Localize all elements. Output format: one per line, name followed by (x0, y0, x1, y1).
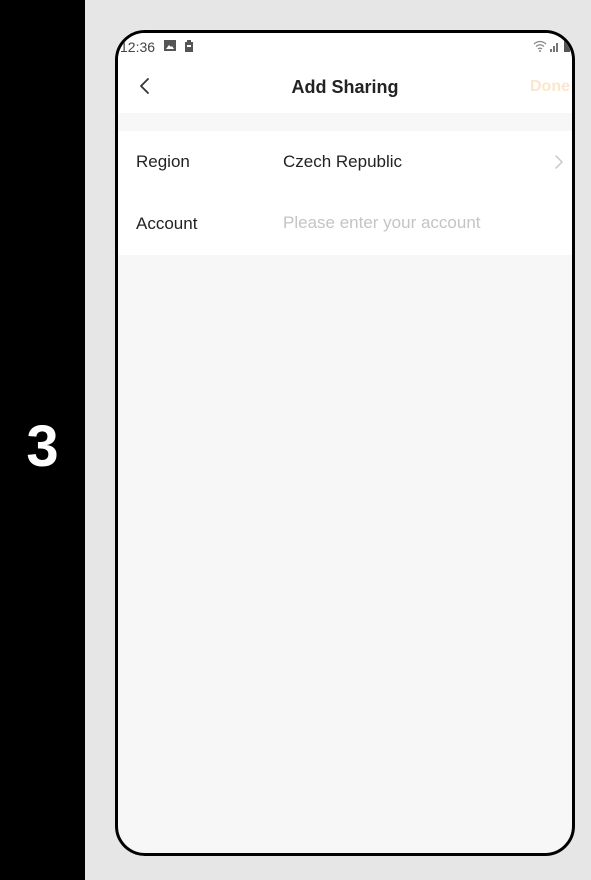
done-button[interactable]: Done (530, 78, 570, 96)
status-icons-right (533, 40, 570, 54)
page-title: Add Sharing (291, 77, 399, 97)
account-label: Account (136, 214, 198, 233)
sharing-form: Region Czech Republic Account (118, 131, 572, 255)
battery-saver-icon (184, 40, 193, 52)
phone-frame: 12:36 Add Sharing Done Region Czech Repu… (115, 30, 575, 856)
step-number: 3 (26, 414, 59, 479)
signal-icon (550, 43, 559, 52)
status-icons-left (164, 40, 194, 54)
status-bar: 12:36 (118, 33, 572, 61)
region-label: Region (136, 152, 190, 171)
account-row: Account (118, 193, 572, 255)
step-band: 3 (0, 0, 85, 880)
status-time: 12:36 (120, 39, 156, 55)
battery-icon (564, 41, 570, 52)
image-icon (164, 40, 176, 51)
nav-bar: Add Sharing Done (118, 61, 572, 113)
chevron-right-icon (555, 155, 563, 169)
region-value: Czech Republic (283, 152, 403, 171)
account-input[interactable] (283, 211, 553, 235)
wifi-icon (533, 40, 547, 52)
region-row[interactable]: Region Czech Republic (118, 131, 572, 193)
